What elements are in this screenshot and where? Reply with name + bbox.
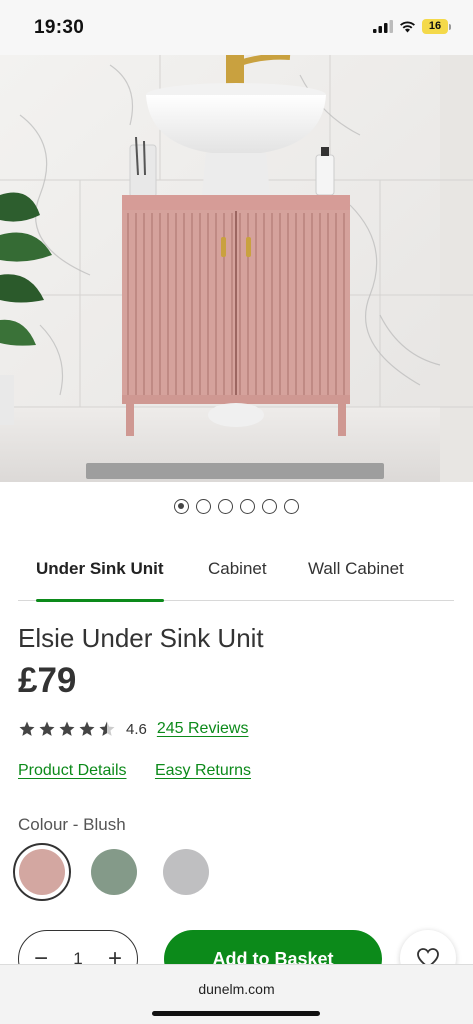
battery-level: 16 [422,19,448,34]
variant-tabs: Under Sink Unit Cabinet Wall Cabinet [18,547,454,602]
wifi-icon [400,21,415,33]
carousel-dot[interactable] [174,499,189,514]
colour-label: Colour - Blush [18,815,126,834]
status-time: 19:30 [34,17,85,38]
rating-value: 4.6 [126,720,147,738]
carousel-dots [0,499,473,514]
product-details-link[interactable]: Product Details [18,762,127,779]
browser-url-bar[interactable]: dunelm.com [0,964,473,1024]
carousel-dot[interactable] [284,499,299,514]
battery-icon: 16 [422,19,451,34]
carousel-dot[interactable] [196,499,211,514]
product-title: Elsie Under Sink Unit [18,623,264,653]
status-icons: 16 [373,19,451,34]
carousel-dot[interactable] [218,499,233,514]
carousel-dot[interactable] [240,499,255,514]
colour-swatches [13,843,215,901]
star-icon [79,721,95,736]
half-star-icon [99,721,115,736]
signal-icon [373,20,393,33]
rating-row: 4.6 245 Reviews [18,718,248,740]
swatch-blush[interactable] [13,843,71,901]
tab-under-sink-unit[interactable]: Under Sink Unit [36,559,164,602]
star-icon [39,721,55,736]
easy-returns-link[interactable]: Easy Returns [155,762,251,779]
url-text[interactable]: dunelm.com [0,981,473,997]
star-icon [19,721,35,736]
product-price: £79 [18,661,77,700]
info-links: Product Details Easy Returns [18,762,251,780]
carousel-dot[interactable] [262,499,277,514]
bathroom-scene-illustration [0,55,473,482]
star-icon [59,721,75,736]
home-indicator[interactable] [152,1011,320,1016]
status-bar: 19:30 16 [0,0,473,55]
star-rating [18,720,116,738]
swatch-grey[interactable] [157,843,215,901]
product-image[interactable] [0,55,473,482]
reviews-link[interactable]: 245 Reviews [157,720,249,738]
tab-wall-cabinet[interactable]: Wall Cabinet [308,559,404,601]
swatch-sage[interactable] [85,843,143,901]
tab-cabinet[interactable]: Cabinet [208,559,267,601]
